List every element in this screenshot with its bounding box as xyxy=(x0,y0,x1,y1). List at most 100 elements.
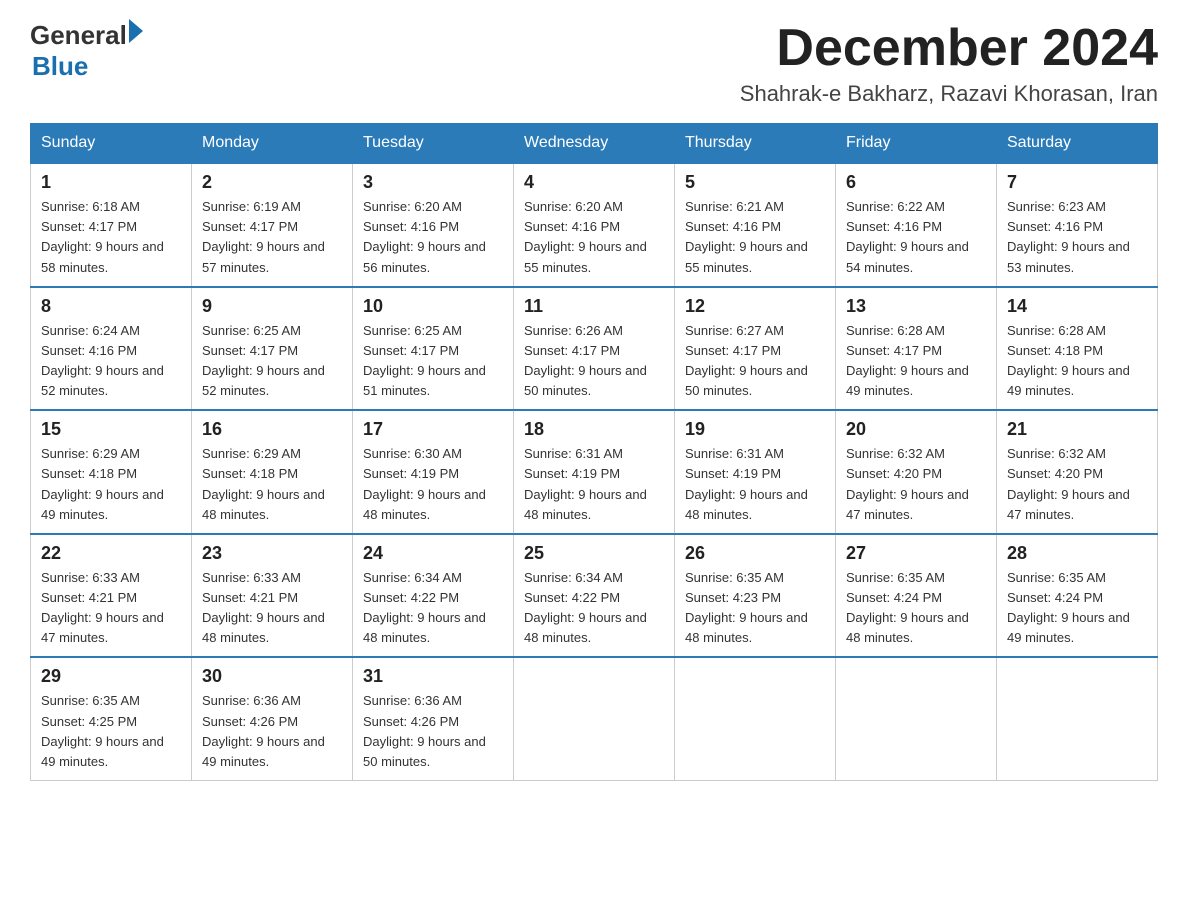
day-info: Sunrise: 6:32 AMSunset: 4:20 PMDaylight:… xyxy=(846,444,986,525)
day-number: 29 xyxy=(41,666,181,687)
calendar-cell: 24 Sunrise: 6:34 AMSunset: 4:22 PMDaylig… xyxy=(353,534,514,658)
calendar-week-row: 8 Sunrise: 6:24 AMSunset: 4:16 PMDayligh… xyxy=(31,287,1158,411)
day-info: Sunrise: 6:18 AMSunset: 4:17 PMDaylight:… xyxy=(41,197,181,278)
calendar-cell: 20 Sunrise: 6:32 AMSunset: 4:20 PMDaylig… xyxy=(836,410,997,534)
day-number: 27 xyxy=(846,543,986,564)
day-info: Sunrise: 6:27 AMSunset: 4:17 PMDaylight:… xyxy=(685,321,825,402)
day-number: 11 xyxy=(524,296,664,317)
calendar-cell: 8 Sunrise: 6:24 AMSunset: 4:16 PMDayligh… xyxy=(31,287,192,411)
day-info: Sunrise: 6:21 AMSunset: 4:16 PMDaylight:… xyxy=(685,197,825,278)
day-info: Sunrise: 6:31 AMSunset: 4:19 PMDaylight:… xyxy=(524,444,664,525)
day-info: Sunrise: 6:25 AMSunset: 4:17 PMDaylight:… xyxy=(202,321,342,402)
day-number: 15 xyxy=(41,419,181,440)
day-number: 7 xyxy=(1007,172,1147,193)
calendar-cell xyxy=(997,657,1158,780)
calendar-cell: 22 Sunrise: 6:33 AMSunset: 4:21 PMDaylig… xyxy=(31,534,192,658)
weekday-header-saturday: Saturday xyxy=(997,124,1158,164)
weekday-header-row: SundayMondayTuesdayWednesdayThursdayFrid… xyxy=(31,124,1158,164)
day-number: 31 xyxy=(363,666,503,687)
day-info: Sunrise: 6:25 AMSunset: 4:17 PMDaylight:… xyxy=(363,321,503,402)
calendar-cell: 30 Sunrise: 6:36 AMSunset: 4:26 PMDaylig… xyxy=(192,657,353,780)
day-info: Sunrise: 6:31 AMSunset: 4:19 PMDaylight:… xyxy=(685,444,825,525)
day-number: 19 xyxy=(685,419,825,440)
weekday-header-friday: Friday xyxy=(836,124,997,164)
calendar-cell: 15 Sunrise: 6:29 AMSunset: 4:18 PMDaylig… xyxy=(31,410,192,534)
day-number: 21 xyxy=(1007,419,1147,440)
day-info: Sunrise: 6:34 AMSunset: 4:22 PMDaylight:… xyxy=(363,568,503,649)
calendar-cell: 2 Sunrise: 6:19 AMSunset: 4:17 PMDayligh… xyxy=(192,163,353,287)
calendar-cell: 18 Sunrise: 6:31 AMSunset: 4:19 PMDaylig… xyxy=(514,410,675,534)
day-number: 25 xyxy=(524,543,664,564)
day-number: 12 xyxy=(685,296,825,317)
calendar-cell xyxy=(836,657,997,780)
day-info: Sunrise: 6:34 AMSunset: 4:22 PMDaylight:… xyxy=(524,568,664,649)
day-info: Sunrise: 6:35 AMSunset: 4:23 PMDaylight:… xyxy=(685,568,825,649)
day-info: Sunrise: 6:20 AMSunset: 4:16 PMDaylight:… xyxy=(524,197,664,278)
day-number: 28 xyxy=(1007,543,1147,564)
day-info: Sunrise: 6:28 AMSunset: 4:17 PMDaylight:… xyxy=(846,321,986,402)
calendar-cell: 29 Sunrise: 6:35 AMSunset: 4:25 PMDaylig… xyxy=(31,657,192,780)
calendar-cell: 7 Sunrise: 6:23 AMSunset: 4:16 PMDayligh… xyxy=(997,163,1158,287)
calendar-cell: 19 Sunrise: 6:31 AMSunset: 4:19 PMDaylig… xyxy=(675,410,836,534)
day-info: Sunrise: 6:19 AMSunset: 4:17 PMDaylight:… xyxy=(202,197,342,278)
calendar-cell: 21 Sunrise: 6:32 AMSunset: 4:20 PMDaylig… xyxy=(997,410,1158,534)
day-number: 3 xyxy=(363,172,503,193)
day-info: Sunrise: 6:29 AMSunset: 4:18 PMDaylight:… xyxy=(41,444,181,525)
calendar-cell: 1 Sunrise: 6:18 AMSunset: 4:17 PMDayligh… xyxy=(31,163,192,287)
calendar-cell: 6 Sunrise: 6:22 AMSunset: 4:16 PMDayligh… xyxy=(836,163,997,287)
day-number: 2 xyxy=(202,172,342,193)
calendar-week-row: 29 Sunrise: 6:35 AMSunset: 4:25 PMDaylig… xyxy=(31,657,1158,780)
title-area: December 2024 Shahrak-e Bakharz, Razavi … xyxy=(740,20,1158,107)
month-title: December 2024 xyxy=(740,20,1158,77)
calendar-cell: 9 Sunrise: 6:25 AMSunset: 4:17 PMDayligh… xyxy=(192,287,353,411)
day-number: 6 xyxy=(846,172,986,193)
day-number: 18 xyxy=(524,419,664,440)
day-number: 14 xyxy=(1007,296,1147,317)
day-number: 22 xyxy=(41,543,181,564)
day-info: Sunrise: 6:22 AMSunset: 4:16 PMDaylight:… xyxy=(846,197,986,278)
day-number: 30 xyxy=(202,666,342,687)
calendar-cell xyxy=(675,657,836,780)
location-title: Shahrak-e Bakharz, Razavi Khorasan, Iran xyxy=(740,81,1158,107)
calendar-cell: 10 Sunrise: 6:25 AMSunset: 4:17 PMDaylig… xyxy=(353,287,514,411)
calendar-cell: 26 Sunrise: 6:35 AMSunset: 4:23 PMDaylig… xyxy=(675,534,836,658)
day-number: 9 xyxy=(202,296,342,317)
day-number: 1 xyxy=(41,172,181,193)
calendar-cell: 11 Sunrise: 6:26 AMSunset: 4:17 PMDaylig… xyxy=(514,287,675,411)
day-info: Sunrise: 6:36 AMSunset: 4:26 PMDaylight:… xyxy=(202,691,342,772)
calendar-table: SundayMondayTuesdayWednesdayThursdayFrid… xyxy=(30,123,1158,781)
logo-blue-text: Blue xyxy=(32,51,143,82)
day-info: Sunrise: 6:35 AMSunset: 4:25 PMDaylight:… xyxy=(41,691,181,772)
day-info: Sunrise: 6:26 AMSunset: 4:17 PMDaylight:… xyxy=(524,321,664,402)
page-header: General Blue December 2024 Shahrak-e Bak… xyxy=(30,20,1158,107)
day-info: Sunrise: 6:28 AMSunset: 4:18 PMDaylight:… xyxy=(1007,321,1147,402)
day-number: 26 xyxy=(685,543,825,564)
day-number: 23 xyxy=(202,543,342,564)
day-info: Sunrise: 6:35 AMSunset: 4:24 PMDaylight:… xyxy=(846,568,986,649)
weekday-header-thursday: Thursday xyxy=(675,124,836,164)
day-info: Sunrise: 6:33 AMSunset: 4:21 PMDaylight:… xyxy=(202,568,342,649)
calendar-cell: 28 Sunrise: 6:35 AMSunset: 4:24 PMDaylig… xyxy=(997,534,1158,658)
calendar-cell: 27 Sunrise: 6:35 AMSunset: 4:24 PMDaylig… xyxy=(836,534,997,658)
weekday-header-monday: Monday xyxy=(192,124,353,164)
day-number: 17 xyxy=(363,419,503,440)
calendar-week-row: 22 Sunrise: 6:33 AMSunset: 4:21 PMDaylig… xyxy=(31,534,1158,658)
calendar-cell: 23 Sunrise: 6:33 AMSunset: 4:21 PMDaylig… xyxy=(192,534,353,658)
day-info: Sunrise: 6:29 AMSunset: 4:18 PMDaylight:… xyxy=(202,444,342,525)
calendar-cell: 16 Sunrise: 6:29 AMSunset: 4:18 PMDaylig… xyxy=(192,410,353,534)
calendar-week-row: 15 Sunrise: 6:29 AMSunset: 4:18 PMDaylig… xyxy=(31,410,1158,534)
logo: General Blue xyxy=(30,20,143,82)
day-number: 8 xyxy=(41,296,181,317)
calendar-cell: 4 Sunrise: 6:20 AMSunset: 4:16 PMDayligh… xyxy=(514,163,675,287)
day-info: Sunrise: 6:36 AMSunset: 4:26 PMDaylight:… xyxy=(363,691,503,772)
calendar-cell: 25 Sunrise: 6:34 AMSunset: 4:22 PMDaylig… xyxy=(514,534,675,658)
calendar-cell: 14 Sunrise: 6:28 AMSunset: 4:18 PMDaylig… xyxy=(997,287,1158,411)
calendar-cell: 17 Sunrise: 6:30 AMSunset: 4:19 PMDaylig… xyxy=(353,410,514,534)
weekday-header-tuesday: Tuesday xyxy=(353,124,514,164)
day-info: Sunrise: 6:35 AMSunset: 4:24 PMDaylight:… xyxy=(1007,568,1147,649)
calendar-cell: 3 Sunrise: 6:20 AMSunset: 4:16 PMDayligh… xyxy=(353,163,514,287)
day-number: 5 xyxy=(685,172,825,193)
logo-triangle-icon xyxy=(129,19,143,43)
day-number: 13 xyxy=(846,296,986,317)
calendar-cell: 12 Sunrise: 6:27 AMSunset: 4:17 PMDaylig… xyxy=(675,287,836,411)
